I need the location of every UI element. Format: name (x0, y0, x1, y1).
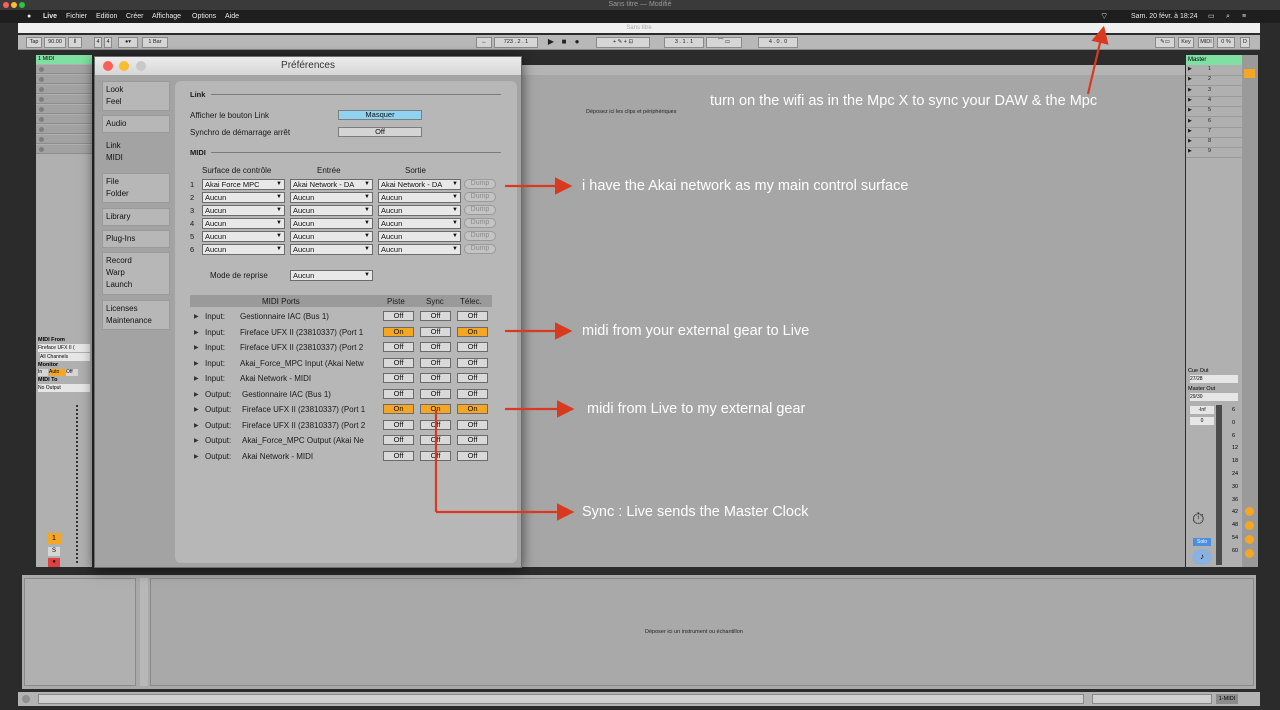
sync-annotation: Sync : Live sends the Master Clock (582, 504, 809, 520)
akai-annotation: i have the Akai network as my main contr… (582, 178, 909, 194)
wifi-annotation: turn on the wifi as in the Mpc X to sync… (710, 93, 1098, 109)
app-root: Sans titre — Modifié ● Live Fichier Edit… (0, 0, 1280, 710)
midi-in-annotation: midi from your external gear to Live (582, 323, 810, 339)
midi-out-annotation: midi from Live to my external gear (587, 401, 806, 417)
wifi-arrow (1086, 25, 1109, 95)
